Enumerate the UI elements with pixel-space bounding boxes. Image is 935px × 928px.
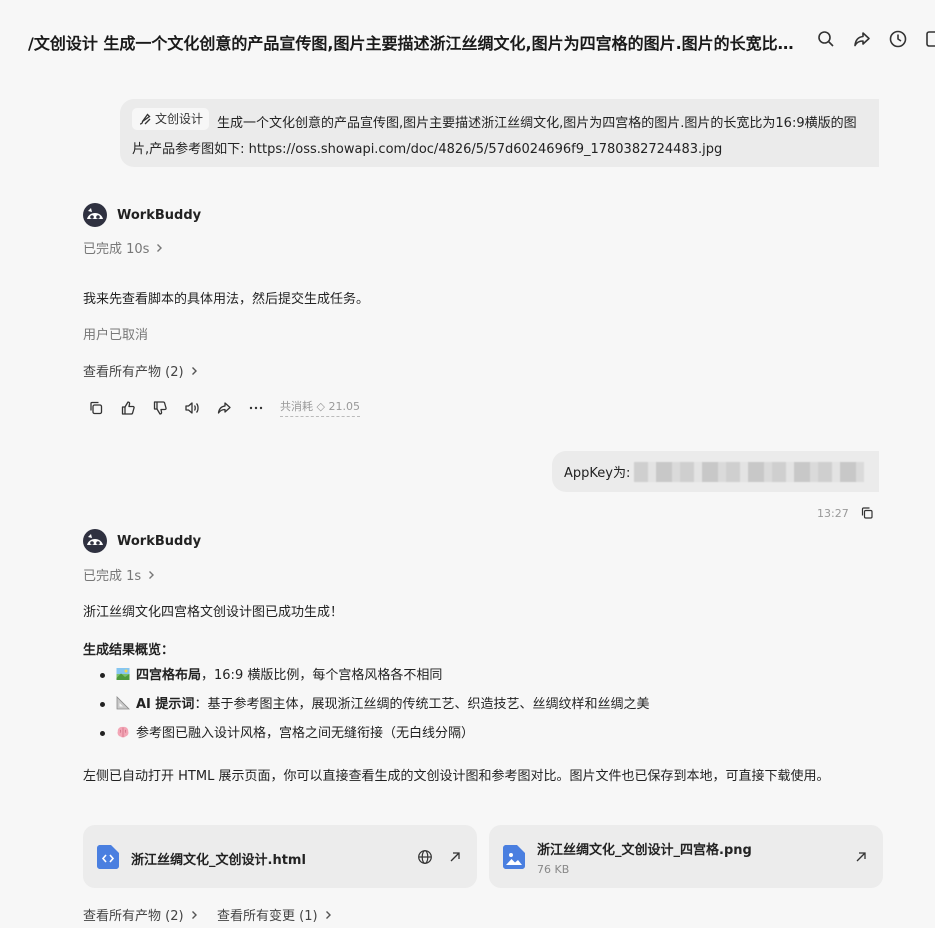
chevron-right-icon — [325, 910, 331, 919]
conversation-header: /文创设计 生成一个文化创意的产品宣传图,图片主要描述浙江丝绸文化,图片为四宫格… — [0, 0, 935, 80]
user-message-text: 生成一个文化创意的产品宣传图,图片主要描述浙江丝绸文化,图片为四宫格的图片.图片… — [132, 116, 857, 157]
bullet-text: 参考图已融入设计风格，宫格之间无缝衔接（无白线分隔） — [136, 726, 475, 741]
list-item: AI 提示词：基于参考图主体，展现浙江丝绸的传统工艺、织造技艺、丝绸纹样和丝绸之… — [100, 694, 649, 723]
bullet-bold: 四宫格布局 — [136, 668, 202, 683]
thumbs-up-icon[interactable] — [120, 400, 136, 416]
bullet-bold: AI 提示词 — [136, 697, 195, 712]
completion-status[interactable]: 已完成 1s — [83, 565, 157, 584]
copy-icon[interactable] — [860, 506, 874, 520]
file-size: 76 KB — [537, 863, 570, 876]
window-icon[interactable] — [924, 29, 935, 49]
message-timestamp: 13:27 — [817, 507, 849, 520]
file-card-png[interactable]: 浙江丝绸文化_文创设计_四宫格.png 76 KB — [489, 825, 883, 888]
skill-chip-label: 文创设计 — [155, 112, 204, 126]
view-artifacts-link[interactable]: 查看所有产物 (2) — [83, 361, 200, 380]
user-message-bubble: 文创设计 生成一个文化创意的产品宣传图,图片主要描述浙江丝绸文化,图片为四宫格的… — [120, 99, 879, 167]
bullet-text: ，16:9 横版比例，每个宫格风格各不相同 — [201, 668, 443, 683]
summary-title: 生成结果概览： — [83, 643, 175, 658]
share-icon[interactable] — [216, 400, 232, 416]
user-message-bubble: AppKey为: — [552, 451, 879, 492]
token-cost: 共消耗 ◇ 21.05 — [280, 398, 360, 417]
view-artifacts-label: 查看所有产物 (2) — [83, 365, 184, 380]
assistant-name: WorkBuddy — [117, 533, 202, 549]
image-file-icon — [503, 845, 525, 869]
file-card-html[interactable]: 浙江丝绸文化_文创设计.html — [83, 825, 477, 888]
skill-chip[interactable]: 文创设计 — [132, 108, 210, 130]
assistant-message-text: 我来先查看脚本的具体用法，然后提交生成任务。 — [83, 292, 370, 307]
completion-status[interactable]: 已完成 10s — [83, 238, 165, 257]
picture-icon — [116, 667, 130, 681]
bullet-text: ：基于参考图主体，展现浙江丝绸的传统工艺、织造技艺、丝绸纹样和丝绸之美 — [194, 697, 650, 712]
code-file-icon — [97, 845, 119, 869]
conversation-title: /文创设计 生成一个文化创意的产品宣传图,图片主要描述浙江丝绸文化,图片为四宫格… — [28, 34, 798, 53]
chevron-right-icon — [157, 243, 163, 252]
brain-icon — [116, 725, 130, 739]
redacted-appkey — [634, 461, 865, 482]
search-icon[interactable] — [816, 29, 836, 49]
chat-page: /文创设计 生成一个文化创意的产品宣传图,图片主要描述浙江丝绸文化,图片为四宫格… — [0, 0, 935, 928]
copy-icon[interactable] — [88, 400, 104, 416]
history-icon[interactable] — [888, 29, 908, 49]
result-paragraph: 左侧已自动打开 HTML 展示页面，你可以直接查看生成的文创设计图和参考图对比。… — [83, 769, 830, 784]
thumbs-down-icon[interactable] — [152, 400, 168, 416]
more-icon[interactable] — [248, 400, 264, 416]
workbuddy-avatar — [83, 203, 107, 227]
assistant-header: WorkBuddy — [83, 203, 201, 227]
message-actions: 共消耗 ◇ 21.05 — [88, 398, 360, 417]
chevron-right-icon — [191, 366, 197, 375]
cancelled-notice: 用户已取消 — [83, 328, 149, 343]
view-artifacts-label: 查看所有产物 (2) — [83, 909, 184, 924]
completion-status-label: 已完成 1s — [83, 569, 142, 584]
workbuddy-avatar — [83, 529, 107, 553]
list-item: 四宫格布局，16:9 横版比例，每个宫格风格各不相同 — [100, 665, 649, 694]
brush-icon — [139, 113, 151, 125]
view-artifacts-link[interactable]: 查看所有产物 (2) — [83, 905, 200, 924]
open-external-icon[interactable] — [447, 849, 463, 865]
chevron-right-icon — [191, 910, 197, 919]
view-changes-link[interactable]: 查看所有变更 (1) — [217, 905, 334, 924]
view-changes-label: 查看所有变更 (1) — [217, 909, 318, 924]
ruler-icon — [116, 696, 130, 710]
file-name: 浙江丝绸文化_文创设计.html — [131, 853, 306, 868]
assistant-name: WorkBuddy — [117, 207, 202, 223]
open-external-icon[interactable] — [853, 849, 869, 865]
speaker-icon[interactable] — [184, 400, 200, 416]
completion-status-label: 已完成 10s — [83, 242, 150, 257]
assistant-header: WorkBuddy — [83, 529, 201, 553]
globe-icon[interactable] — [417, 849, 433, 865]
list-item: 参考图已融入设计风格，宫格之间无缝衔接（无白线分隔） — [100, 723, 649, 752]
file-name: 浙江丝绸文化_文创设计_四宫格.png — [537, 843, 752, 858]
appkey-label: AppKey为: — [564, 466, 631, 481]
result-intro: 浙江丝绸文化四宫格文创设计图已成功生成！ — [83, 605, 344, 620]
share-icon[interactable] — [852, 29, 872, 49]
summary-list: 四宫格布局，16:9 横版比例，每个宫格风格各不相同 AI 提示词：基于参考图主… — [100, 665, 649, 752]
chevron-right-icon — [149, 570, 155, 579]
